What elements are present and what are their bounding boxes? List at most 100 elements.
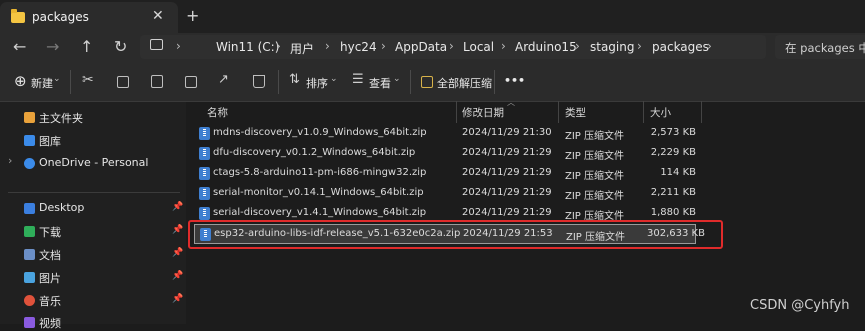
search-input[interactable]: 在 packages 中搜索 — [775, 35, 865, 59]
file-row[interactable]: dfu-discovery_v0.1.2_Windows_64bit.zip 2… — [194, 144, 696, 164]
sort-caret-icon: ︿ — [507, 98, 515, 107]
close-icon[interactable]: ✕ — [152, 8, 164, 24]
chevron-right-icon[interactable]: › — [8, 154, 12, 167]
chevron-right-icon: › — [176, 39, 181, 53]
chevron-right-icon: › — [501, 39, 506, 53]
chevron-down-icon: ⌄ — [393, 74, 401, 84]
file-name: mdns-discovery_v1.0.9_Windows_64bit.zip — [213, 127, 427, 138]
chevron-right-icon: › — [325, 39, 330, 53]
column-header-size[interactable]: 大小 — [650, 105, 671, 120]
file-size: 1,880 KB — [650, 207, 696, 218]
share-icon[interactable]: ↗ — [218, 72, 229, 87]
file-type: ZIP 压缩文件 — [565, 151, 625, 162]
download-icon — [24, 226, 35, 237]
extract-all-button[interactable]: 全部解压缩 — [437, 75, 492, 91]
column-divider[interactable] — [456, 101, 457, 123]
sidebar-item-onedrive[interactable]: OneDrive - Personal — [39, 156, 148, 169]
breadcrumb-local[interactable]: Local — [463, 40, 494, 54]
documents-icon — [24, 249, 35, 260]
tab-packages[interactable]: packages ✕ — [0, 2, 178, 33]
tab-title: packages — [32, 10, 89, 24]
paste-icon[interactable] — [151, 75, 163, 88]
breadcrumb-packages[interactable]: packages — [652, 40, 709, 54]
sidebar-item-documents[interactable]: 文档 — [39, 247, 61, 263]
chevron-down-icon: ⌄ — [330, 74, 338, 84]
pin-icon[interactable]: 📌 — [172, 248, 183, 258]
red-highlight-box — [188, 220, 723, 249]
column-divider[interactable] — [701, 101, 702, 123]
chevron-right-icon: › — [575, 39, 580, 53]
sidebar-item-desktop[interactable]: Desktop — [39, 201, 84, 214]
column-header-type[interactable]: 类型 — [565, 105, 586, 120]
rename-icon[interactable] — [185, 76, 197, 88]
plus-circle-icon: ⊕ — [14, 72, 27, 90]
file-type: ZIP 压缩文件 — [565, 171, 625, 182]
divider — [494, 70, 495, 94]
zip-icon — [199, 187, 210, 200]
file-size: 2,573 KB — [650, 127, 696, 138]
folder-icon — [11, 9, 25, 23]
file-type: ZIP 压缩文件 — [565, 131, 625, 142]
refresh-icon[interactable]: ↻ — [114, 37, 127, 56]
sidebar-item-downloads[interactable]: 下载 — [39, 224, 61, 240]
chevron-right-icon: › — [381, 39, 386, 53]
divider — [278, 70, 279, 94]
divider — [410, 70, 411, 94]
music-icon — [24, 295, 35, 306]
file-row[interactable]: ctags-5.8-arduino11-pm-i686-mingw32.zip … — [194, 164, 696, 184]
breadcrumb-drive[interactable]: Win11 (C:) — [216, 40, 279, 54]
sidebar-item-pictures[interactable]: 图片 — [39, 270, 61, 286]
divider — [8, 192, 180, 193]
column-divider[interactable] — [643, 101, 644, 123]
file-row[interactable]: mdns-discovery_v1.0.9_Windows_64bit.zip … — [194, 124, 696, 144]
file-name: dfu-discovery_v0.1.2_Windows_64bit.zip — [213, 147, 416, 158]
file-date: 2024/11/29 21:30 — [462, 127, 552, 138]
file-name: serial-monitor_v0.14.1_Windows_64bit.zip — [213, 187, 424, 198]
desktop-icon — [24, 203, 35, 214]
column-header-date[interactable]: 修改日期 — [462, 105, 504, 120]
zip-icon — [199, 147, 210, 160]
file-date: 2024/11/29 21:29 — [462, 147, 552, 158]
file-name: ctags-5.8-arduino11-pm-i686-mingw32.zip — [213, 167, 427, 178]
new-tab-icon[interactable]: + — [186, 6, 199, 25]
search-placeholder: 在 packages 中搜索 — [785, 41, 865, 55]
file-size: 114 KB — [660, 167, 696, 178]
file-type: ZIP 压缩文件 — [565, 191, 625, 202]
pin-icon[interactable]: 📌 — [172, 294, 183, 304]
view-button[interactable]: 查看 — [369, 75, 391, 91]
up-icon[interactable]: ↑ — [80, 37, 93, 56]
pin-icon[interactable]: 📌 — [172, 225, 183, 235]
zip-icon — [199, 127, 210, 140]
breadcrumb-user[interactable]: hyc24 — [340, 40, 377, 54]
new-button[interactable]: 新建 — [31, 75, 53, 91]
breadcrumb-staging[interactable]: staging — [590, 40, 634, 54]
column-header-name[interactable]: 名称 — [207, 105, 228, 120]
cloud-icon — [24, 158, 35, 169]
chevron-right-icon: › — [707, 39, 712, 53]
sidebar-item-home[interactable]: 主文件夹 — [39, 110, 83, 126]
forward-icon[interactable]: → — [46, 37, 59, 56]
breadcrumb-users[interactable]: 用户 — [290, 40, 314, 57]
file-date: 2024/11/29 21:29 — [462, 187, 552, 198]
cut-icon[interactable]: ✂ — [82, 72, 94, 88]
copy-icon[interactable] — [117, 76, 129, 88]
back-icon[interactable]: ← — [13, 37, 26, 56]
delete-icon[interactable] — [253, 75, 265, 88]
file-row[interactable]: serial-monitor_v0.14.1_Windows_64bit.zip… — [194, 184, 696, 204]
pin-icon[interactable]: 📌 — [172, 271, 183, 281]
breadcrumb-appdata[interactable]: AppData — [395, 40, 447, 54]
file-size: 2,211 KB — [650, 187, 696, 198]
sidebar-item-gallery[interactable]: 图库 — [39, 133, 61, 149]
file-size: 2,229 KB — [650, 147, 696, 158]
breadcrumb-arduino15[interactable]: Arduino15 — [515, 40, 577, 54]
more-button[interactable]: ••• — [504, 74, 525, 87]
pin-icon[interactable]: 📌 — [172, 202, 183, 212]
pictures-icon — [24, 272, 35, 283]
sort-button[interactable]: 排序 — [306, 75, 328, 91]
column-divider[interactable] — [558, 101, 559, 123]
sidebar-item-music[interactable]: 音乐 — [39, 293, 61, 309]
file-name: serial-discovery_v1.4.1_Windows_64bit.zi… — [213, 207, 427, 218]
sidebar-item-videos[interactable]: 视频 — [39, 315, 61, 331]
chevron-right-icon: › — [276, 39, 281, 53]
gallery-icon — [24, 135, 35, 146]
